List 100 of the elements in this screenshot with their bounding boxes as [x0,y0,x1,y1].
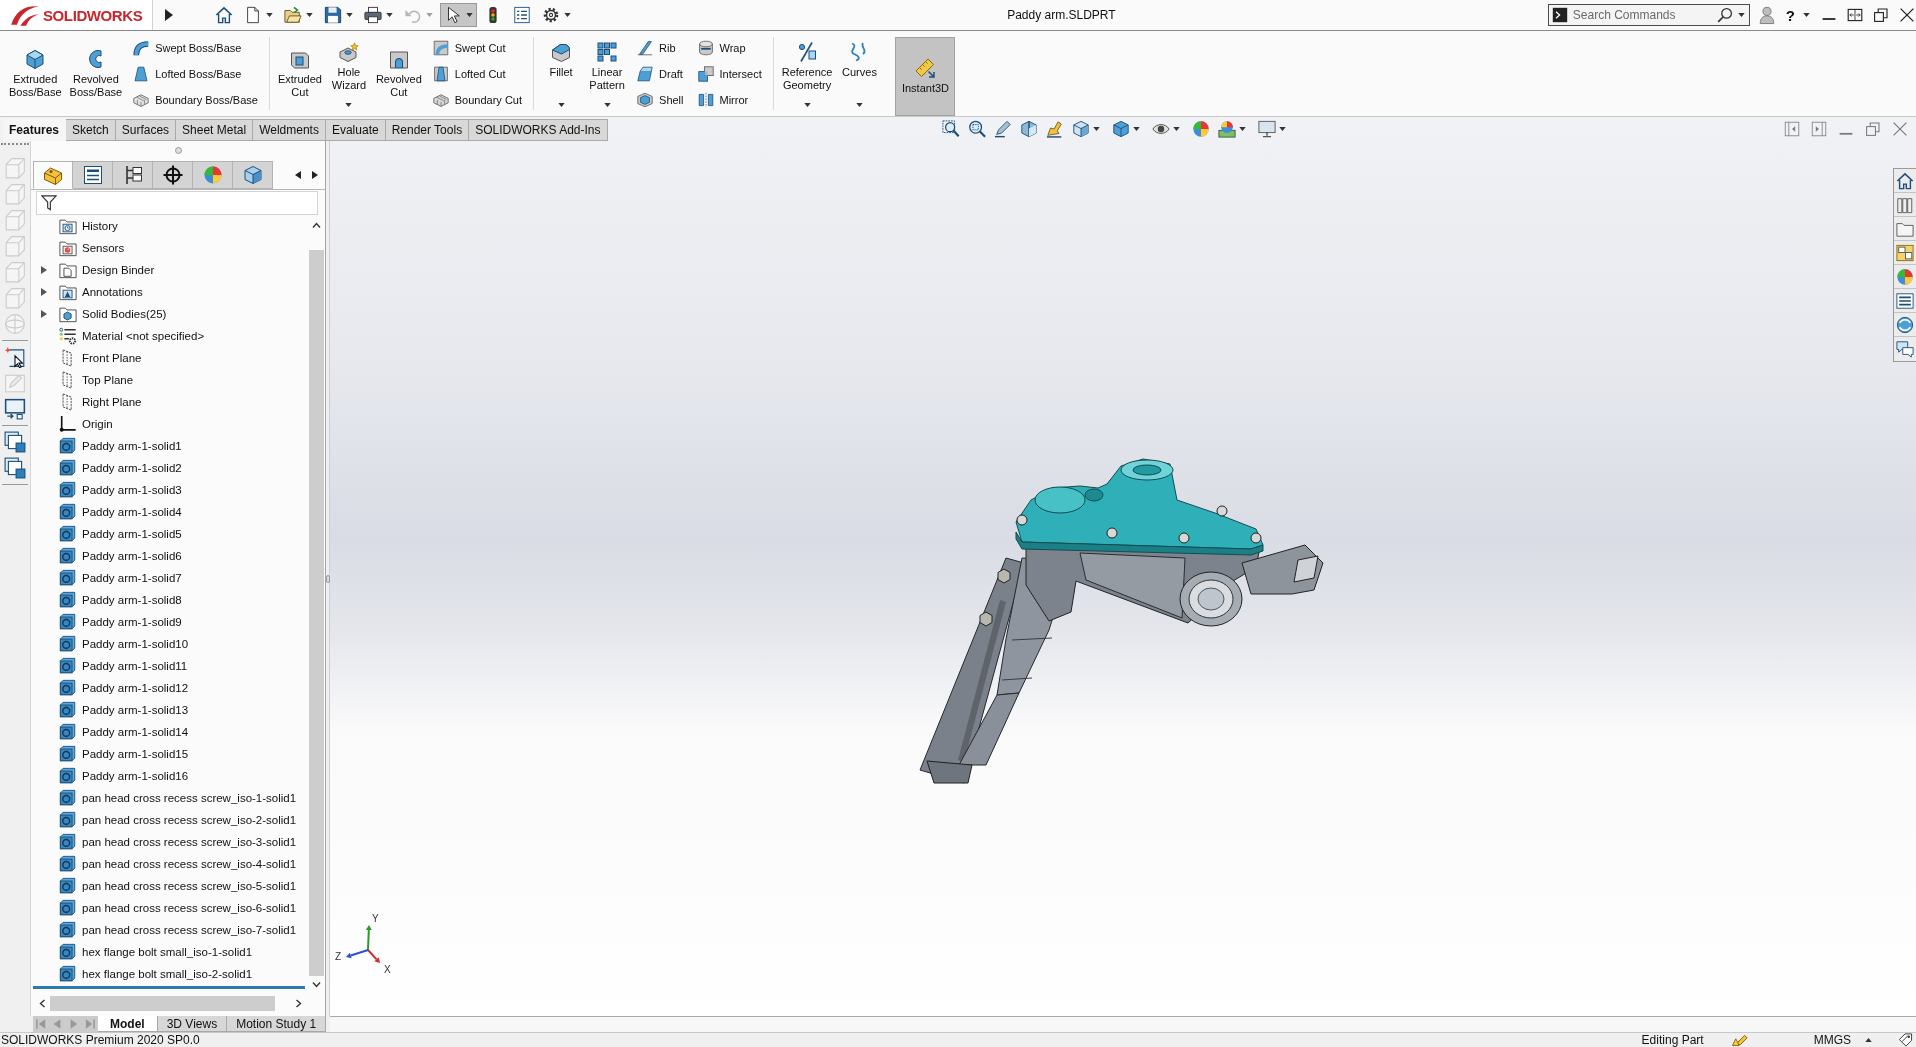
triangle-right-icon[interactable] [312,170,318,179]
ribbon-tab[interactable]: Features [3,119,67,141]
command-button[interactable]: Extruded Boss/Base [6,31,65,116]
home-icon[interactable] [1896,171,1914,190]
tree-item[interactable]: Paddy arm-1-solid8 [59,590,183,610]
command-button[interactable]: Linear Pattern [585,31,630,116]
expand-icon[interactable] [41,288,47,296]
tree-item[interactable]: Paddy arm-1-solid2 [59,458,183,478]
close-icon[interactable] [1899,7,1915,23]
triangle-left-icon[interactable] [295,170,301,179]
ribbon-tab[interactable]: Evaluate [325,119,386,141]
magnifier-icon[interactable] [968,120,986,138]
speech-bubbles-icon[interactable] [1896,340,1914,358]
caret-icon[interactable] [1093,127,1100,131]
scrollbar-thumb[interactable] [308,250,324,976]
tree-item[interactable]: hex flange bolt small_iso-1-solid1 [59,942,254,962]
tree-item[interactable]: pan head cross recess screw_iso-7-solid1 [59,920,298,940]
handle-icon[interactable] [325,574,330,583]
view-tab[interactable]: 3D Views [157,1016,228,1032]
stacked-windows-icon[interactable] [4,457,26,479]
tree-item[interactable]: pan head cross recess screw_iso-4-solid1 [59,854,298,874]
books-icon[interactable] [1896,195,1914,214]
tree-item[interactable]: Sensors [59,238,126,258]
tree-item[interactable]: History [59,216,119,236]
list-icon[interactable] [1896,291,1914,310]
chevron-down-icon[interactable] [311,982,321,988]
tree-item[interactable]: Paddy arm-1-solid1 [59,436,183,456]
split-view-icon[interactable] [1847,7,1863,23]
pencil-icon[interactable] [994,120,1012,138]
marker-icon[interactable] [1046,120,1064,138]
select-button[interactable] [440,3,477,27]
command-button[interactable]: Curves [837,31,882,116]
search-icon[interactable] [1716,7,1733,23]
tree-item[interactable]: Origin [59,414,114,434]
command-button[interactable]: Wrap [693,35,766,60]
tree-item[interactable]: pan head cross recess screw_iso-6-solid1 [59,898,298,918]
command-button[interactable]: Reference Geometry [778,31,836,116]
tree-item[interactable]: pan head cross recess screw_iso-5-solid1 [59,876,298,896]
tree-item[interactable]: Paddy arm-1-solid15 [59,744,190,764]
expand-icon[interactable] [41,266,47,274]
ribbon-tab[interactable]: Render Tools [385,119,470,141]
command-button[interactable]: Lofted Boss/Base [129,61,262,86]
magnifier-frame-icon[interactable] [942,120,960,138]
panel-tab[interactable] [113,161,153,189]
chevron-up-icon[interactable] [311,222,321,228]
chevron-right-icon[interactable] [296,998,302,1008]
tree-item[interactable]: Paddy arm-1-solid3 [59,480,183,500]
tree-item[interactable]: Paddy arm-1-solid12 [59,678,190,698]
caret-icon[interactable] [1173,127,1180,131]
ribbon-tab[interactable]: SOLIDWORKS Add-Ins [469,119,608,141]
monitor-icon[interactable] [1258,120,1276,138]
ribbon-tab[interactable]: Sketch [66,119,116,141]
tree-item[interactable]: Paddy arm-1-solid7 [59,568,183,588]
command-button[interactable]: Boundary Cut [428,87,527,112]
command-button[interactable]: Instant3D [895,37,956,116]
tree-item[interactable]: pan head cross recess screw_iso-1-solid1 [59,788,298,808]
tree-item[interactable]: Front Plane [59,348,143,368]
tree-item[interactable]: Paddy arm-1-solid14 [59,722,190,742]
color-ball-icon[interactable] [1192,120,1210,138]
tree-item[interactable]: Solid Bodies(25) [59,304,168,324]
restore-icon[interactable] [1873,7,1889,23]
tree-item[interactable]: Paddy arm-1-solid9 [59,612,183,632]
help-button[interactable]: ? [1784,4,1811,26]
caret-icon[interactable] [1239,127,1246,131]
tag-icon[interactable] [1898,1033,1913,1047]
tree-item[interactable]: hex flange bolt small_iso-2-solid1 [59,964,254,984]
ribbon-tab[interactable]: Surfaces [115,119,177,141]
search-field[interactable]: Search Commands [1547,4,1750,26]
command-button[interactable]: Fillet [539,31,584,116]
tree-item[interactable]: Annotations [59,282,144,302]
pointer-frame-icon[interactable] [4,346,26,368]
sectioned-cube-icon[interactable] [1020,120,1038,138]
tree-item[interactable]: Paddy arm-1-solid5 [59,524,183,544]
command-button[interactable]: Boundary Boss/Base [129,87,262,112]
caret-icon[interactable] [1279,127,1286,131]
scrollbar-thumb[interactable] [50,995,275,1011]
panel-tab[interactable] [153,161,193,189]
caret-up-icon[interactable] [1865,1038,1872,1042]
command-button[interactable]: Extruded Cut [274,31,325,116]
caret-icon[interactable] [1133,127,1140,131]
tree-item[interactable]: Paddy arm-1-solid4 [59,502,183,522]
tree-item[interactable]: Paddy arm-1-solid11 [59,656,189,676]
tree-item[interactable]: Design Binder [59,260,156,280]
command-button[interactable]: Mirror [693,87,766,112]
ribbon-tab[interactable]: Weldments [253,119,326,141]
command-button[interactable]: Revolved Cut [372,31,425,116]
handle-icon[interactable] [174,147,182,154]
view-tab[interactable]: Motion Study 1 [227,1016,327,1032]
user-icon[interactable] [1757,5,1776,25]
command-button[interactable]: Lofted Cut [428,61,527,86]
command-button[interactable]: Shell [633,87,688,112]
ribbon-tab[interactable]: Sheet Metal [176,119,254,141]
view-tab[interactable]: Model [98,1016,158,1032]
stacked-windows-icon[interactable] [4,431,26,453]
caret-icon[interactable] [1737,13,1745,17]
triangle-icon[interactable] [165,9,173,21]
command-button[interactable]: Swept Cut [428,35,527,60]
expand-icon[interactable] [41,310,47,318]
cube-icon[interactable] [1072,120,1090,138]
tile-left-icon[interactable] [1784,121,1800,137]
